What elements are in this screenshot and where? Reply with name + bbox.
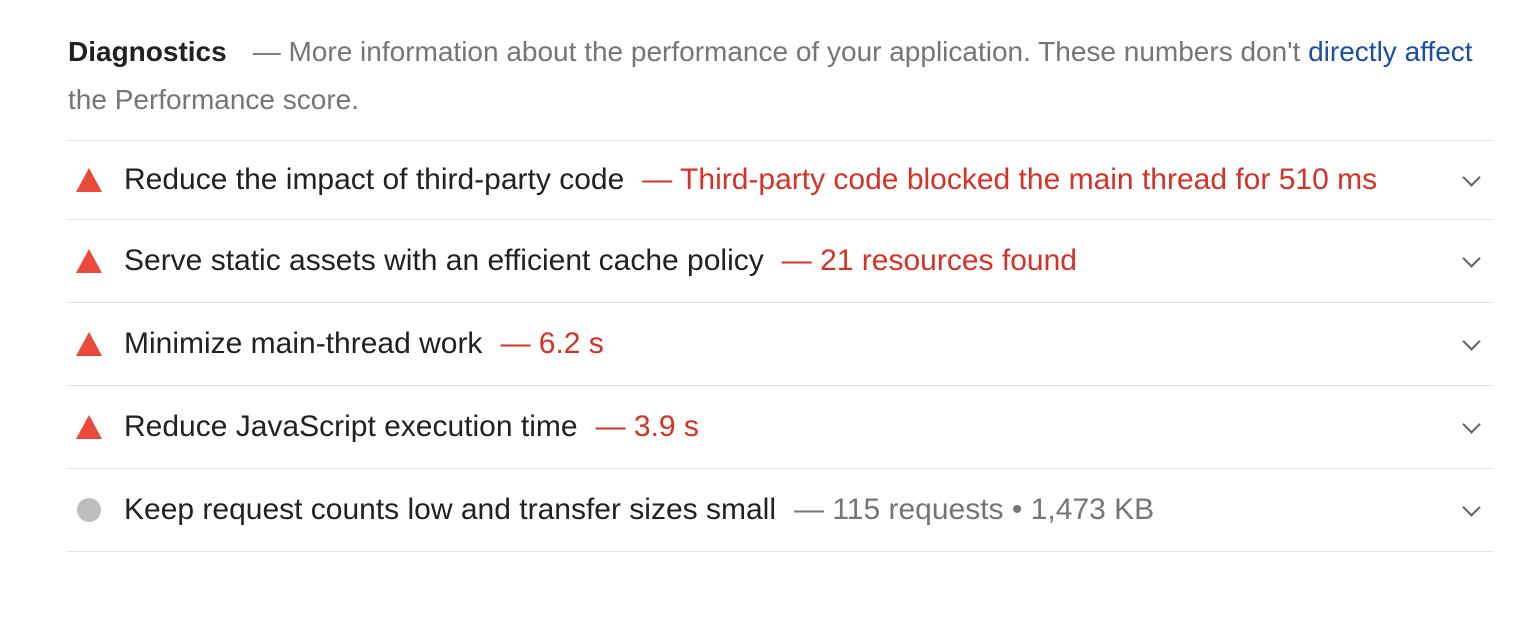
audit-display-value: — 115 requests • 1,473 KB bbox=[794, 493, 1155, 526]
audit-title: Keep request counts low and transfer siz… bbox=[124, 493, 776, 526]
audit-title: Serve static assets with an efficient ca… bbox=[124, 244, 764, 277]
audit-text: Serve static assets with an efficient ca… bbox=[124, 237, 1492, 285]
gray-circle-icon bbox=[77, 498, 101, 522]
audit-cache-policy[interactable]: Serve static assets with an efficient ca… bbox=[68, 220, 1492, 303]
warning-triangle-icon bbox=[76, 415, 102, 439]
audit-javascript-execution[interactable]: Reduce JavaScript execution time — 3.9 s bbox=[68, 386, 1492, 469]
audit-request-counts[interactable]: Keep request counts low and transfer siz… bbox=[68, 469, 1492, 552]
audit-main-thread-work[interactable]: Minimize main-thread work — 6.2 s bbox=[68, 303, 1492, 386]
audit-text: Reduce the impact of third-party code — T… bbox=[124, 156, 1492, 204]
audit-display-value: — 21 resources found bbox=[781, 244, 1077, 277]
description-suffix: the Performance score. bbox=[68, 84, 360, 115]
diagnostics-panel: Diagnostics — More information about the … bbox=[68, 28, 1492, 552]
warning-triangle-icon bbox=[76, 332, 102, 356]
audit-text: Keep request counts low and transfer siz… bbox=[124, 486, 1492, 534]
section-title: Diagnostics bbox=[68, 36, 227, 67]
warning-triangle-icon bbox=[76, 168, 102, 192]
section-description: — More information about the performance… bbox=[68, 36, 1473, 115]
audit-text: Reduce JavaScript execution time — 3.9 s bbox=[124, 403, 1492, 451]
audit-display-value: — Third-party code blocked the main thre… bbox=[642, 163, 1378, 196]
audit-title: Reduce JavaScript execution time bbox=[124, 410, 578, 443]
audit-display-value: — 6.2 s bbox=[500, 327, 604, 360]
description-prefix: — More information about the performance… bbox=[252, 36, 1309, 67]
audit-third-party-code[interactable]: Reduce the impact of third-party code — T… bbox=[68, 141, 1492, 220]
audit-display-value: — 3.9 s bbox=[595, 410, 699, 443]
audit-title: Minimize main-thread work bbox=[124, 327, 483, 360]
diagnostics-header: Diagnostics — More information about the … bbox=[68, 28, 1492, 141]
warning-triangle-icon bbox=[76, 249, 102, 273]
audit-title: Reduce the impact of third-party code bbox=[124, 163, 625, 196]
audit-text: Minimize main-thread work — 6.2 s bbox=[124, 320, 1492, 368]
directly-affect-link[interactable]: directly affect bbox=[1308, 36, 1472, 67]
